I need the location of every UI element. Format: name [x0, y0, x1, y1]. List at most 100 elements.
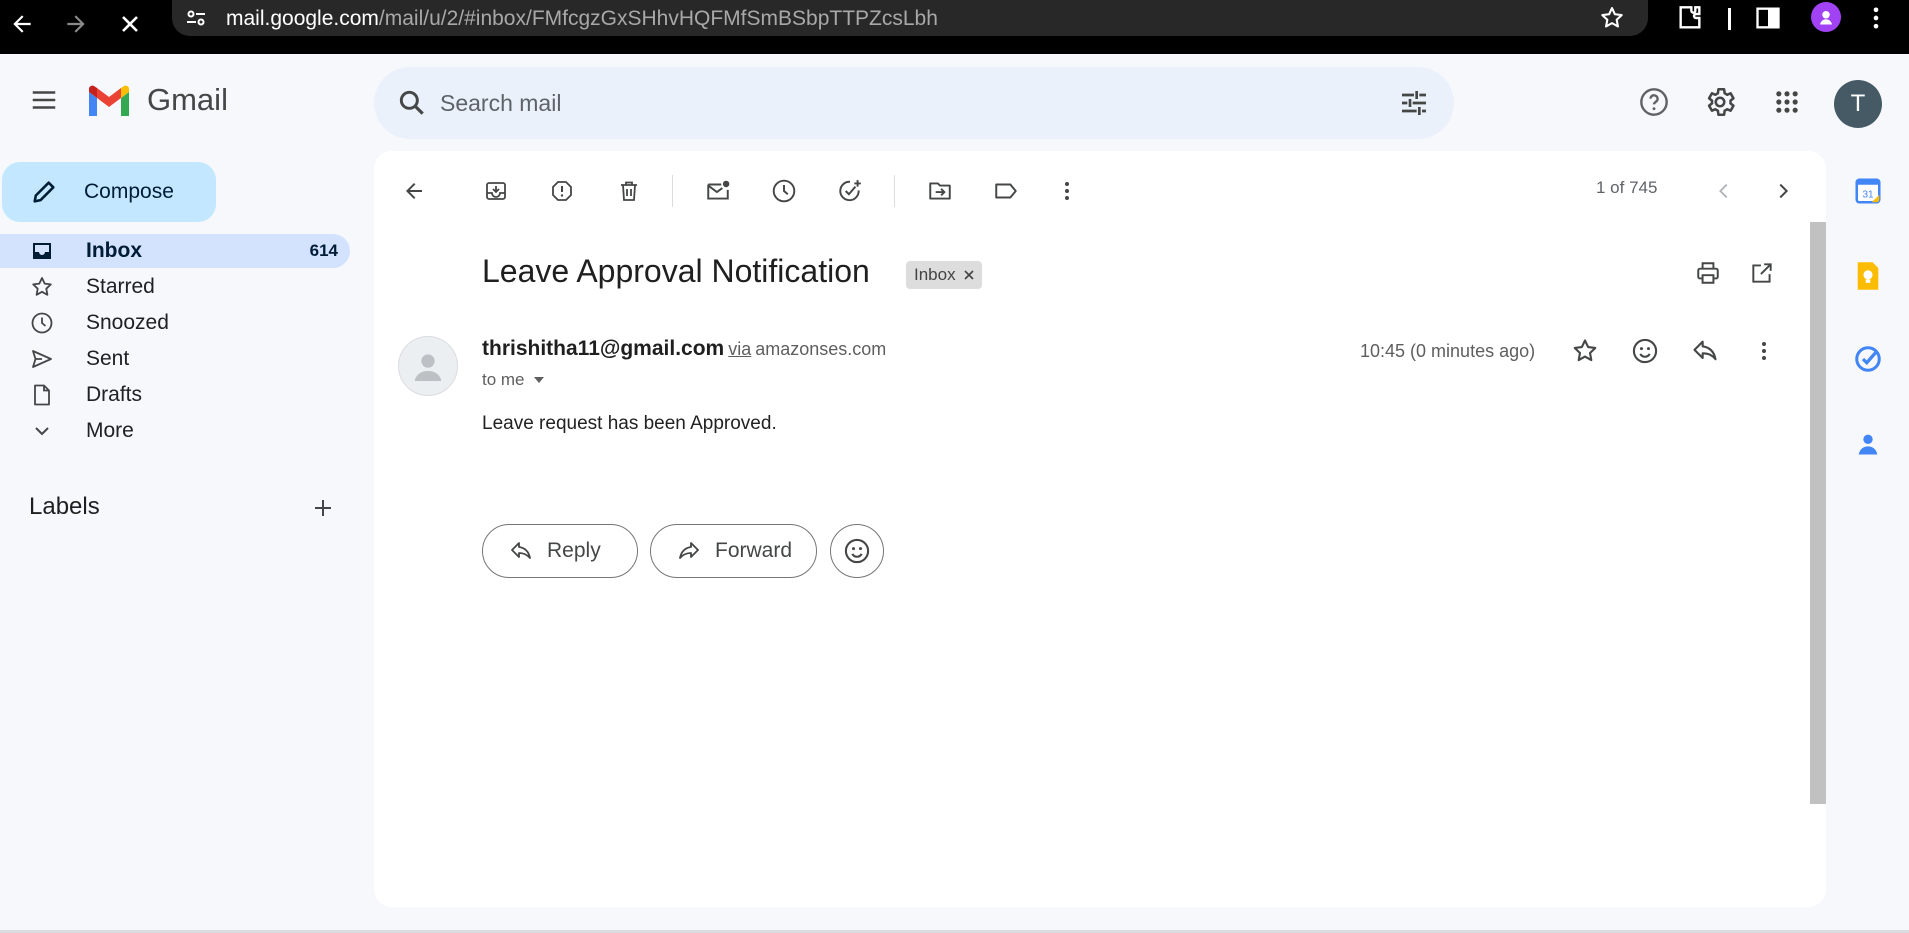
- sidebar-item-drafts[interactable]: Drafts: [0, 378, 350, 412]
- delete-icon[interactable]: [609, 171, 649, 211]
- contacts-app-icon[interactable]: [1838, 424, 1898, 464]
- star-message-icon[interactable]: [1565, 331, 1605, 371]
- sidebar-item-snoozed[interactable]: Snoozed: [0, 306, 350, 340]
- label-chip-text: Inbox: [914, 265, 956, 284]
- inbox-label-chip: Inbox: [906, 261, 982, 289]
- compose-label: Compose: [84, 180, 174, 203]
- add-label-icon[interactable]: [307, 492, 339, 524]
- sidebar-item-label: Snoozed: [86, 311, 169, 334]
- move-to-icon[interactable]: [920, 171, 960, 211]
- sidebar-item-sent[interactable]: Sent: [0, 342, 350, 376]
- message-body: Leave request has been Approved.: [482, 413, 777, 434]
- pencil-icon: [33, 181, 55, 203]
- forward-arrow-icon[interactable]: [56, 4, 96, 44]
- sender-email[interactable]: thrishitha11@gmail.com: [482, 337, 724, 360]
- reply-arrow-icon: [511, 542, 531, 559]
- compose-button[interactable]: Compose: [2, 162, 216, 222]
- settings-gear-icon[interactable]: [1698, 80, 1742, 124]
- stop-loading-icon[interactable]: [110, 4, 150, 44]
- via-link[interactable]: via: [728, 339, 751, 359]
- star-icon: [32, 277, 52, 296]
- toolbar-divider: [894, 175, 895, 207]
- url-host: mail.google.com: [226, 7, 379, 30]
- forward-label: Forward: [715, 539, 793, 562]
- sidebar-item-label: Drafts: [86, 383, 143, 406]
- back-arrow-icon[interactable]: [2, 4, 42, 44]
- url-path: /mail/u/2/#inbox/FMfcgzGxSHhvHQFMfSmBSbp…: [378, 7, 938, 30]
- message-more-options-icon[interactable]: [1744, 331, 1784, 371]
- reply-label: Reply: [547, 539, 601, 562]
- back-to-inbox-icon[interactable]: [394, 171, 434, 211]
- add-to-tasks-icon[interactable]: [830, 171, 870, 211]
- add-reaction-icon[interactable]: [1625, 331, 1665, 371]
- label-icon[interactable]: [986, 171, 1026, 211]
- older-chevron-right-icon[interactable]: [1763, 171, 1803, 211]
- toolbar-divider: [1728, 8, 1731, 30]
- account-avatar[interactable]: T: [1834, 80, 1882, 128]
- message-timestamp: 10:45 (0 minutes ago): [1360, 341, 1536, 361]
- browser-menu-icon[interactable]: [1862, 4, 1890, 32]
- tasks-app-icon[interactable]: [1838, 339, 1898, 379]
- keep-app-icon[interactable]: [1838, 256, 1898, 296]
- search-options-icon[interactable]: [1398, 87, 1430, 119]
- sidebar-item-label: Sent: [86, 347, 130, 370]
- labels-heading: Labels: [29, 493, 100, 520]
- smiley-icon: [844, 538, 870, 564]
- forward-button[interactable]: Forward: [650, 524, 817, 578]
- search-icon[interactable]: [396, 87, 428, 119]
- open-in-new-window-icon[interactable]: [1742, 253, 1782, 293]
- remove-label-icon[interactable]: [964, 270, 974, 280]
- sender-avatar: [398, 336, 458, 396]
- extensions-icon[interactable]: [1674, 2, 1706, 34]
- inbox-unread-count: 614: [309, 241, 338, 260]
- print-icon[interactable]: [1688, 253, 1728, 293]
- newer-chevron-left-icon[interactable]: [1704, 171, 1744, 211]
- sidebar-item-inbox[interactable]: Inbox 614: [0, 234, 350, 268]
- apps-grid-icon[interactable]: [1765, 80, 1809, 124]
- message-subject: Leave Approval Notification: [482, 253, 870, 289]
- caret-down-icon[interactable]: [533, 374, 545, 386]
- reply-icon[interactable]: [1685, 331, 1725, 371]
- report-spam-icon[interactable]: [542, 171, 582, 211]
- via-domain: amazonses.com: [755, 339, 887, 359]
- draft-icon: [34, 384, 50, 406]
- scrollbar[interactable]: [1810, 222, 1826, 804]
- gmail-m-icon: [89, 85, 129, 116]
- chevron-down-icon: [35, 427, 49, 436]
- clock-icon: [31, 312, 53, 334]
- more-options-icon[interactable]: [1047, 171, 1087, 211]
- sidebar-item-starred[interactable]: Starred: [0, 270, 350, 304]
- browser-profile-avatar[interactable]: [1811, 2, 1841, 32]
- sidebar-item-more[interactable]: More: [0, 414, 350, 448]
- sidebar-item-label: Inbox: [86, 239, 142, 262]
- forward-arrow-icon: [679, 542, 699, 559]
- message-view: 1 of 745 Leave Approval Notification Inb…: [374, 151, 1826, 907]
- archive-icon[interactable]: [476, 171, 516, 211]
- url-text: mail.google.com/mail/u/2/#inbox/FMfcgzGx…: [226, 7, 938, 31]
- main-menu-icon[interactable]: [24, 80, 64, 120]
- app-name: Gmail: [147, 82, 228, 117]
- toolbar-divider: [672, 175, 673, 207]
- svg-text:31: 31: [1862, 189, 1874, 200]
- address-bar[interactable]: mail.google.com/mail/u/2/#inbox/FMfcgzGx…: [172, 0, 1648, 36]
- pagination-count: 1 of 745: [1596, 178, 1658, 197]
- snooze-icon[interactable]: [764, 171, 804, 211]
- send-icon: [32, 350, 52, 368]
- reply-button[interactable]: Reply: [482, 524, 638, 578]
- person-icon: [414, 354, 442, 381]
- sidebar-item-label: Starred: [86, 275, 155, 298]
- sender-line: thrishitha11@gmail.com via amazonses.com: [482, 337, 886, 361]
- recipient-details[interactable]: to me: [482, 370, 545, 390]
- search-input[interactable]: [440, 81, 1340, 125]
- search-bar[interactable]: [374, 67, 1454, 139]
- gmail-logo[interactable]: Gmail: [85, 82, 228, 118]
- inbox-icon: [33, 243, 51, 259]
- bookmark-star-icon[interactable]: [1598, 4, 1626, 32]
- browser-chrome: mail.google.com/mail/u/2/#inbox/FMfcgzGx…: [0, 0, 1909, 54]
- react-emoji-button[interactable]: [830, 524, 884, 578]
- mark-unread-icon[interactable]: [698, 171, 738, 211]
- site-settings-icon[interactable]: [184, 6, 208, 30]
- help-icon[interactable]: [1632, 80, 1676, 124]
- calendar-app-icon[interactable]: 31: [1838, 171, 1898, 211]
- side-panel-icon[interactable]: [1754, 4, 1782, 32]
